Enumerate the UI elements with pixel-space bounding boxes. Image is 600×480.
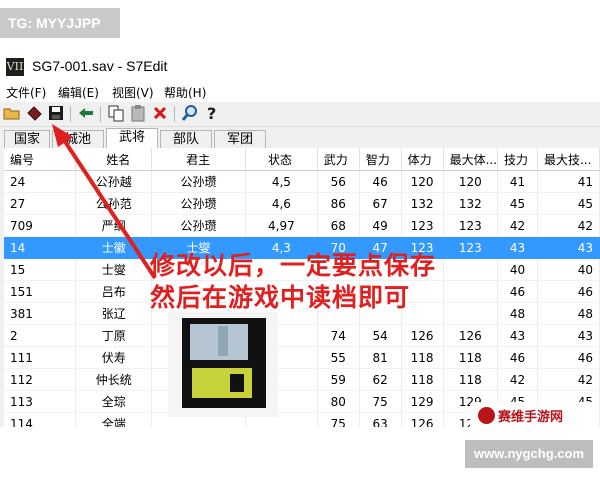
- floppy-disk-icon: [168, 312, 278, 417]
- annotation-text: 修改以后，一定要点保存 然后在游戏中读档即可: [150, 250, 436, 314]
- watermark-logo-text: 赛维手游网: [498, 410, 564, 425]
- logo-mark-icon: [478, 407, 495, 424]
- annotation-line-2: 然后在游戏中读档即可: [150, 283, 411, 312]
- watermark-logo: 赛维手游网: [470, 402, 595, 430]
- watermark-url: www.nygchg.com: [465, 440, 593, 468]
- annotation-line-1: 修改以后，一定要点保存: [150, 251, 437, 280]
